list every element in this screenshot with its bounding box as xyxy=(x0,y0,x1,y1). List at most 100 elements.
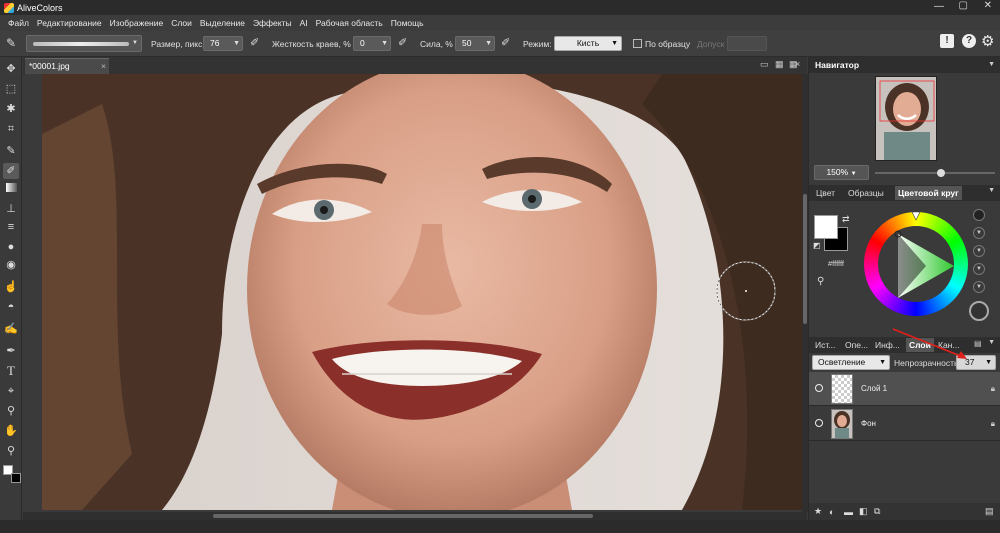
menu-image[interactable]: Изображение xyxy=(106,18,168,28)
menu-edit[interactable]: Редактирование xyxy=(33,18,106,28)
panel-menu-icon[interactable]: ▼ xyxy=(988,57,995,73)
adjustment-layer-icon[interactable]: ◐ xyxy=(829,507,834,517)
pressure-hardness-icon[interactable]: ✐ xyxy=(398,36,407,49)
layer-thumbnail xyxy=(831,409,853,439)
tile-view-icon[interactable]: ▦ xyxy=(775,59,784,70)
menu-layers[interactable]: Слои xyxy=(167,18,196,28)
minimize-button[interactable]: — xyxy=(934,1,944,12)
hand-tool-icon[interactable]: ✋ xyxy=(3,423,19,439)
panel-menu-icon[interactable]: ▼ xyxy=(988,187,995,194)
brush-tool-icon[interactable]: ✎ xyxy=(3,143,19,159)
dodge-tool-icon[interactable]: ◉ xyxy=(3,257,19,273)
close-tab-icon[interactable]: × xyxy=(101,59,106,74)
layer-row[interactable]: Слой 1 🔒︎ xyxy=(809,372,1000,406)
smudge-tool-icon[interactable]: ☝ xyxy=(3,279,19,295)
duplicate-layer-icon[interactable]: ⧉ xyxy=(874,506,880,517)
new-layer-icon[interactable]: ◧ xyxy=(859,506,868,517)
new-group-icon[interactable]: ▬ xyxy=(844,507,853,517)
blur-tool-icon[interactable]: ● xyxy=(3,239,19,255)
size-input[interactable]: 76 ▼ xyxy=(203,36,243,51)
navigator-thumbnail[interactable] xyxy=(875,76,937,161)
gradient-tool-icon[interactable] xyxy=(3,181,19,197)
eyedropper-tool-icon[interactable]: ⚲ xyxy=(3,403,19,419)
foreground-color-swatch[interactable] xyxy=(814,215,838,239)
healing-tool-icon[interactable]: ≡ xyxy=(3,219,19,235)
pen-tool-icon[interactable]: ✒ xyxy=(3,343,19,359)
tab-swatches[interactable]: Образцы xyxy=(845,186,887,200)
default-colors-icon[interactable]: ◩ xyxy=(813,241,821,250)
menu-workspace[interactable]: Рабочая область xyxy=(312,18,387,28)
document-tab[interactable]: *00001.jpg × xyxy=(25,58,109,74)
eraser-tool-icon[interactable]: ✐ xyxy=(3,163,19,179)
image-canvas[interactable] xyxy=(42,74,802,510)
wheel-mode-6-icon[interactable] xyxy=(969,301,989,321)
fx-brush-tool-icon[interactable]: ✍ xyxy=(3,321,19,337)
horizontal-scroll-thumb[interactable] xyxy=(213,514,593,518)
delete-layer-icon[interactable]: ▤ xyxy=(985,506,994,517)
wheel-mode-4-icon[interactable]: ▼ xyxy=(973,263,985,275)
path-tool-icon[interactable]: ⌖ xyxy=(3,383,19,399)
wheel-mode-2-icon[interactable]: ▼ xyxy=(973,227,985,239)
trash-icon[interactable]: ▤ xyxy=(974,339,982,348)
menu-ai[interactable]: AI xyxy=(296,18,312,28)
blend-mode-select[interactable]: Осветление ▼ xyxy=(812,355,890,370)
brush-preset-picker[interactable]: ▼ xyxy=(26,35,142,52)
navigator-title: Навигатор xyxy=(815,60,860,70)
sample-label: По образцу xyxy=(645,39,691,49)
visibility-eye-icon[interactable] xyxy=(815,384,823,392)
text-tool-icon[interactable]: T xyxy=(3,363,19,379)
wheel-mode-5-icon[interactable]: ▼ xyxy=(973,281,985,293)
swap-colors-icon[interactable]: ⇄ xyxy=(842,214,850,225)
maximize-button[interactable]: ▢ xyxy=(959,0,968,11)
horizontal-scrollbar[interactable] xyxy=(23,512,807,520)
background-swatch[interactable] xyxy=(11,473,21,483)
layer-effects-icon[interactable]: ★ xyxy=(814,506,822,517)
tab-color[interactable]: Цвет xyxy=(813,186,838,200)
lock-icon[interactable]: 🔒︎ xyxy=(991,419,995,429)
close-document-icon[interactable]: × xyxy=(795,59,800,69)
menu-help[interactable]: Помощь xyxy=(387,18,428,28)
crop-tool-icon[interactable]: ⌗ xyxy=(3,121,19,137)
zoom-slider-handle[interactable] xyxy=(937,169,945,177)
strength-input[interactable]: 50 ▼ xyxy=(455,36,495,51)
notice-icon[interactable]: ! xyxy=(940,34,954,48)
settings-icon[interactable]: ⚙ xyxy=(981,32,994,50)
color-wheel[interactable] xyxy=(864,212,968,316)
stamp-tool-icon[interactable]: ⊥ xyxy=(3,201,19,217)
menu-select[interactable]: Выделение xyxy=(196,18,249,28)
tab-operations[interactable]: Опе... xyxy=(842,338,871,352)
layer-name: Фон xyxy=(861,419,876,428)
layer-row[interactable]: Фон 🔒︎ xyxy=(809,407,1000,441)
mode-select[interactable]: Кисть ▼ xyxy=(554,36,622,51)
hex-field[interactable]: #ffffff xyxy=(828,259,858,268)
move-tool-icon[interactable]: ✥ xyxy=(3,61,19,77)
tab-color-wheel[interactable]: Цветовой круг xyxy=(895,186,962,200)
vertical-scroll-thumb[interactable] xyxy=(803,194,807,324)
tool-eraser-icon[interactable]: ✎ xyxy=(6,36,16,50)
help-icon[interactable]: ? xyxy=(962,34,976,48)
marquee-tool-icon[interactable]: ⬚ xyxy=(3,81,19,97)
zoom-slider[interactable] xyxy=(875,169,995,177)
chevron-down-icon: ▼ xyxy=(985,359,992,366)
magic-wand-tool-icon[interactable]: ✱ xyxy=(3,101,19,117)
sample-checkbox[interactable] xyxy=(633,39,642,48)
new-document-icon[interactable]: ▭ xyxy=(760,59,769,70)
tab-history[interactable]: Ист... xyxy=(812,338,838,352)
menu-effects[interactable]: Эффекты xyxy=(249,18,296,28)
lock-icon[interactable]: 🔒︎ xyxy=(991,384,995,394)
zoom-tool-icon[interactable]: ⚲ xyxy=(3,443,19,459)
zoom-select[interactable]: 150% ▼ xyxy=(814,165,869,180)
pressure-strength-icon[interactable]: ✐ xyxy=(501,36,510,49)
hardness-input[interactable]: 0 ▼ xyxy=(353,36,391,51)
saturation-triangle[interactable] xyxy=(864,212,968,316)
wheel-mode-1-icon[interactable] xyxy=(973,209,985,221)
eyedropper-icon[interactable]: ⚲ xyxy=(817,276,824,287)
panel-menu-icon[interactable]: ▼ xyxy=(988,339,995,346)
close-button[interactable]: ✕ xyxy=(984,0,992,11)
liquify-tool-icon[interactable]: ◓ xyxy=(3,299,19,315)
pressure-size-icon[interactable]: ✐ xyxy=(250,36,259,49)
menu-file[interactable]: Файл xyxy=(4,18,33,28)
visibility-eye-icon[interactable] xyxy=(815,419,823,427)
size-value: 76 xyxy=(210,38,220,48)
wheel-mode-3-icon[interactable]: ▼ xyxy=(973,245,985,257)
